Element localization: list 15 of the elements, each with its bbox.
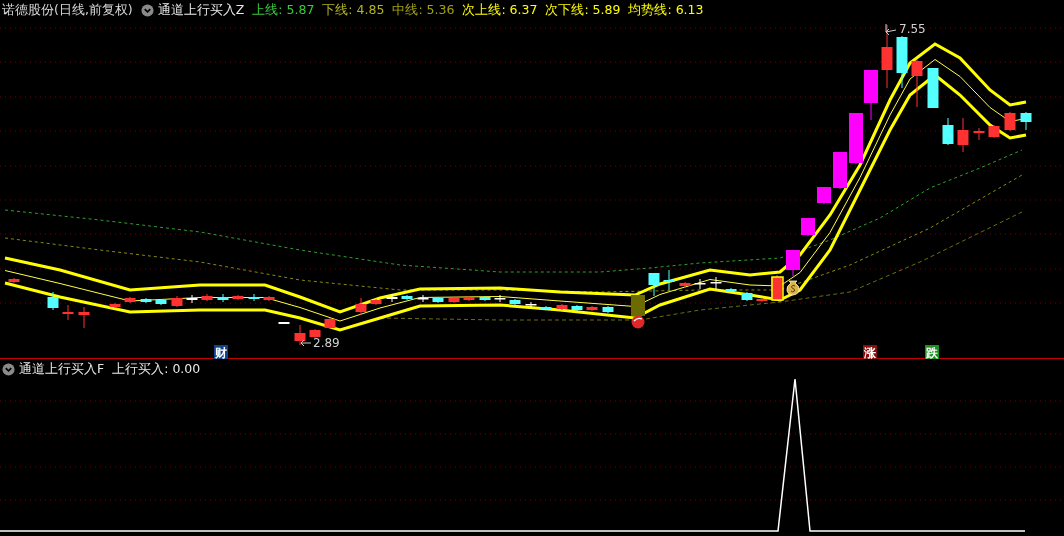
indicator-value: 下线: 4.85 [322,2,385,18]
indicator-name: 通道上行买入Z [157,2,245,18]
low-price-label: 2.89 [313,336,340,350]
event-tag[interactable]: 财 [214,345,228,359]
indicator-value: 次下线: 5.89 [545,2,621,18]
high-price-label: 7.55 [899,22,926,36]
indicator-value: 均势线: 6.13 [628,2,704,18]
indicator-name: 通道上行买入F [19,361,105,377]
stock-title: 诺德股份(日线,前复权) [2,2,133,18]
event-tag[interactable]: 跌 [925,345,939,359]
indicator-value: 次上线: 6.37 [462,2,538,18]
event-tag[interactable]: 涨 [863,345,877,359]
indicator-value: 上行买入: 0.00 [112,361,201,377]
indicator-value: 中线: 5.36 [392,2,455,18]
indicator-value: 上线: 5.87 [252,2,315,18]
